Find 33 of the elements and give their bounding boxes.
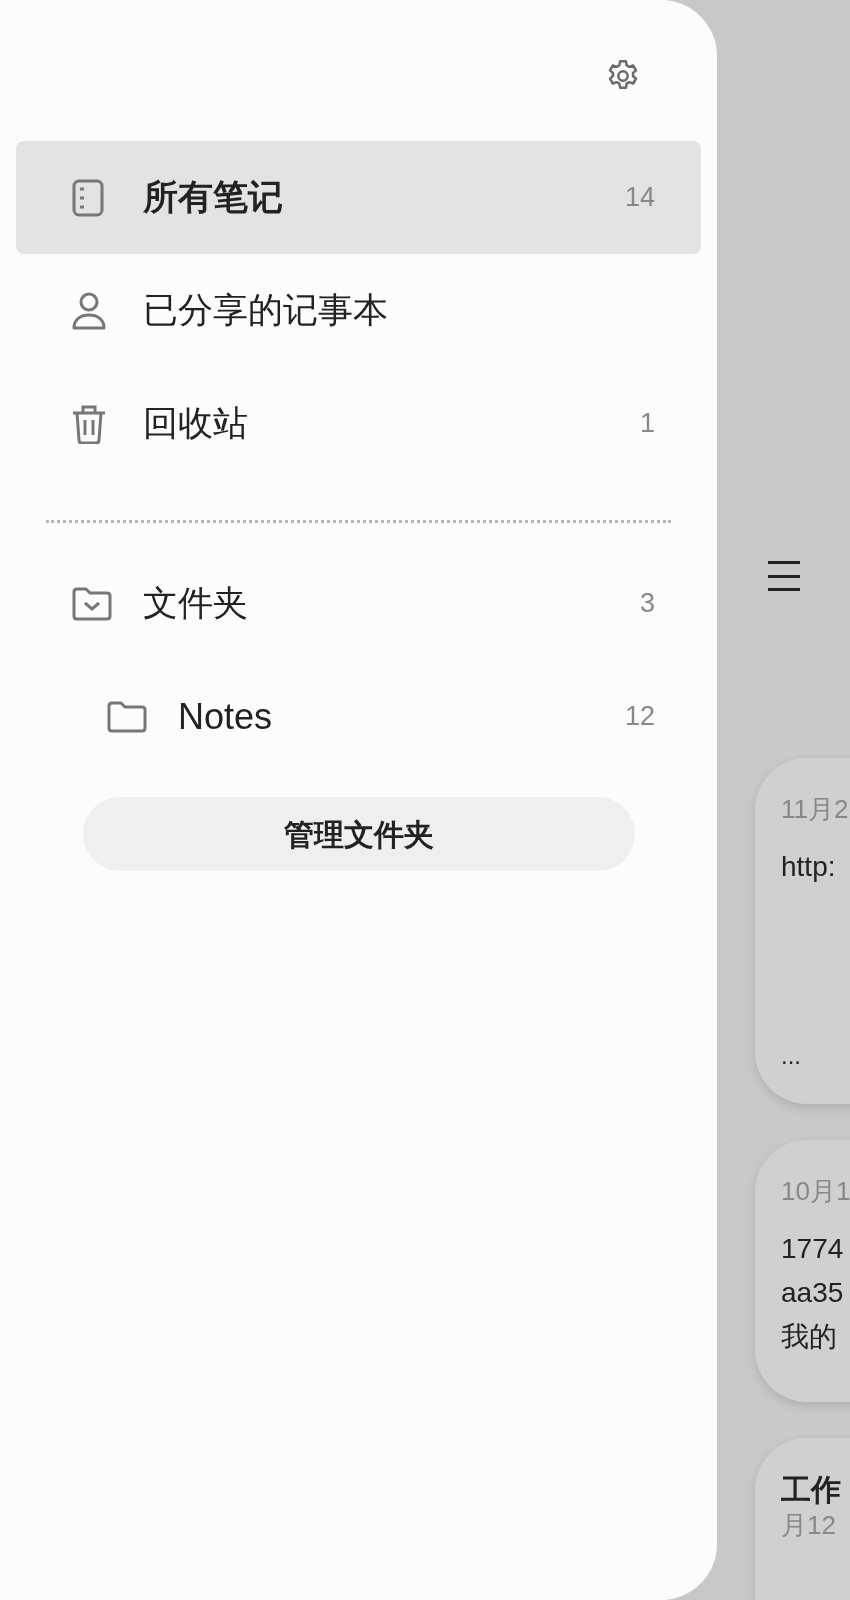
note-card[interactable]: 工作 月12 <box>755 1438 850 1600</box>
item-count: 14 <box>624 181 655 215</box>
note-date: 10月1 <box>781 1175 850 1208</box>
drawer-item[interactable]: Notes 12 <box>16 660 701 773</box>
item-label: 回收站 <box>143 402 249 445</box>
note-card[interactable]: 11月2 http: ... <box>755 758 850 1104</box>
manage-folders-button[interactable]: 管理文件夹 <box>82 797 635 871</box>
menu-icon[interactable] <box>768 561 800 591</box>
item-label: Notes <box>178 694 274 739</box>
drawer-item[interactable]: 已分享的记事本 <box>16 254 701 367</box>
note-date: 11月2 <box>781 793 850 826</box>
item-label: 所有笔记 <box>143 176 284 219</box>
note-title: 工作 <box>781 1472 842 1508</box>
folder-icon <box>106 699 148 734</box>
item-count: 3 <box>639 587 655 621</box>
note-text: 1774 <box>781 1232 845 1266</box>
notebook-icon <box>71 178 105 217</box>
item-count: 12 <box>624 700 655 734</box>
folder-icon <box>71 585 113 622</box>
person-icon <box>71 291 107 330</box>
item-label: 已分享的记事本 <box>143 289 389 332</box>
drawer-item[interactable]: 所有笔记 14 <box>16 141 701 254</box>
item-count: 1 <box>639 407 655 441</box>
note-text: http: <box>781 850 837 884</box>
note-text: 我的 <box>781 1320 838 1354</box>
drawer-item[interactable]: 回收站 1 <box>16 367 701 480</box>
note-text: aa35 <box>781 1276 845 1310</box>
note-ellipsis: ... <box>781 1041 802 1071</box>
trash-icon <box>71 403 107 444</box>
note-date: 月12 <box>781 1509 837 1542</box>
note-card[interactable]: 10月1 1774 aa35 我的 <box>755 1140 850 1402</box>
drawer-item[interactable]: 文件夹 3 <box>16 547 701 660</box>
item-label: 文件夹 <box>143 582 249 625</box>
